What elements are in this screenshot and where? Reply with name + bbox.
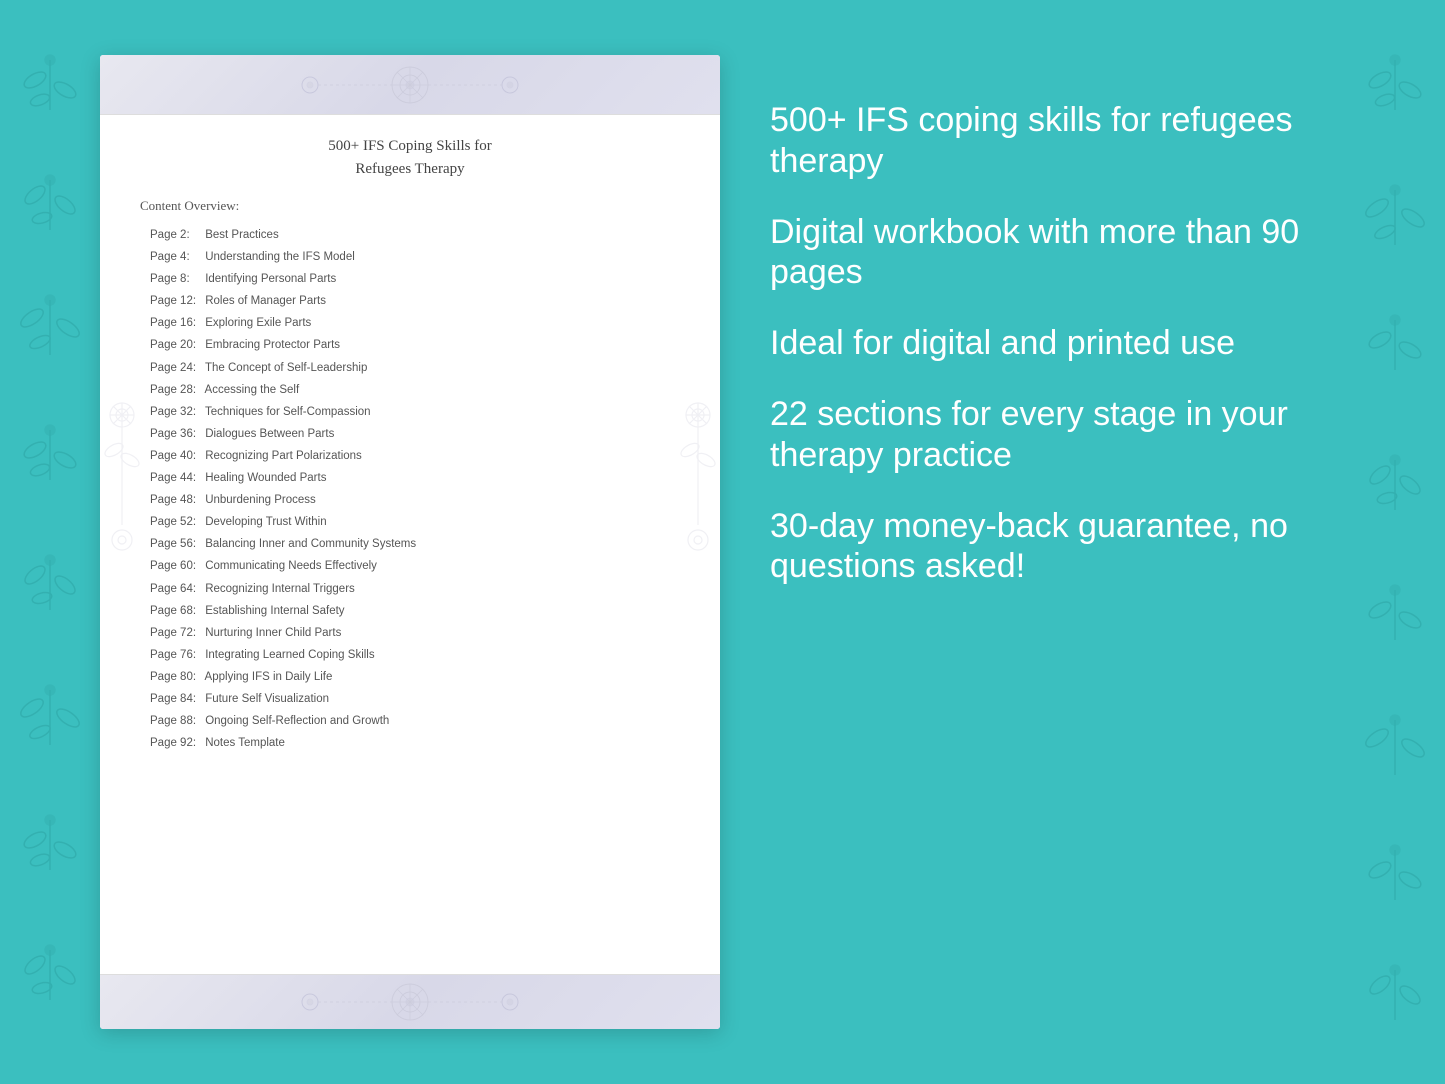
- page-number: Page 68:: [150, 603, 202, 619]
- page-number: Page 36:: [150, 426, 202, 442]
- page-number: Page 84:: [150, 691, 202, 707]
- page-number: Page 28:: [150, 382, 202, 398]
- document-title: 500+ IFS Coping Skills for Refugees Ther…: [140, 135, 680, 180]
- page-number: Page 80:: [150, 669, 202, 685]
- table-row: Page 4: Understanding the IFS Model: [140, 246, 680, 268]
- table-row: Page 44: Healing Wounded Parts: [140, 467, 680, 489]
- topic-text: Establishing Internal Safety: [202, 605, 345, 617]
- page-number: Page 60:: [150, 558, 202, 574]
- table-row: Page 36: Dialogues Between Parts: [140, 423, 680, 445]
- table-row: Page 8: Identifying Personal Parts: [140, 268, 680, 290]
- table-row: Page 32: Techniques for Self-Compassion: [140, 401, 680, 423]
- page-number: Page 88:: [150, 713, 202, 729]
- table-row: Page 24: The Concept of Self-Leadership: [140, 357, 680, 379]
- content-overview-label: Content Overview:: [140, 198, 680, 214]
- page-number: Page 12:: [150, 293, 202, 309]
- page-number: Page 16:: [150, 315, 202, 331]
- topic-text: Developing Trust Within: [202, 516, 327, 528]
- features-panel: 500+ IFS coping skills for refugees ther…: [770, 100, 1335, 587]
- topic-text: Identifying Personal Parts: [202, 273, 336, 285]
- table-row: Page 56: Balancing Inner and Community S…: [140, 533, 680, 555]
- topic-text: Dialogues Between Parts: [202, 428, 334, 440]
- page-number: Page 56:: [150, 536, 202, 552]
- topic-text: Ongoing Self-Reflection and Growth: [202, 715, 389, 727]
- table-row: Page 68: Establishing Internal Safety: [140, 600, 680, 622]
- feature-4: 22 sections for every stage in your ther…: [770, 394, 1335, 476]
- table-row: Page 28: Accessing the Self: [140, 379, 680, 401]
- table-row: Page 64: Recognizing Internal Triggers: [140, 578, 680, 600]
- table-row: Page 84: Future Self Visualization: [140, 688, 680, 710]
- page-number: Page 2:: [150, 227, 202, 243]
- page-number: Page 64:: [150, 581, 202, 597]
- topic-text: Techniques for Self-Compassion: [202, 406, 371, 418]
- page-number: Page 72:: [150, 625, 202, 641]
- topic-text: Integrating Learned Coping Skills: [202, 649, 375, 661]
- table-row: Page 12: Roles of Manager Parts: [140, 290, 680, 312]
- page-number: Page 52:: [150, 514, 202, 530]
- page-number: Page 24:: [150, 360, 202, 376]
- feature-3: Ideal for digital and printed use: [770, 323, 1335, 364]
- topic-text: Understanding the IFS Model: [202, 251, 355, 263]
- topic-text: Unburdening Process: [202, 494, 316, 506]
- page-number: Page 48:: [150, 492, 202, 508]
- feature-5: 30-day money-back guarantee, no question…: [770, 506, 1335, 588]
- table-row: Page 92: Notes Template: [140, 732, 680, 754]
- table-row: Page 60: Communicating Needs Effectively: [140, 555, 680, 577]
- table-row: Page 40: Recognizing Part Polarizations: [140, 445, 680, 467]
- page-number: Page 44:: [150, 470, 202, 486]
- right-floral-border: [1325, 0, 1445, 1084]
- doc-title-line2: Refugees Therapy: [355, 161, 464, 177]
- doc-border-bottom: [100, 974, 720, 1029]
- doc-content: 500+ IFS Coping Skills for Refugees Ther…: [100, 115, 720, 974]
- topic-text: Notes Template: [202, 737, 285, 749]
- page-number: Page 92:: [150, 735, 202, 751]
- topic-text: Accessing the Self: [202, 384, 299, 396]
- feature-2: Digital workbook with more than 90 pages: [770, 212, 1335, 294]
- topic-text: The Concept of Self-Leadership: [202, 362, 367, 374]
- table-of-contents: Page 2: Best PracticesPage 4: Understand…: [140, 224, 680, 754]
- table-row: Page 76: Integrating Learned Coping Skil…: [140, 644, 680, 666]
- topic-text: Best Practices: [202, 229, 279, 241]
- doc-left-decoration: [102, 385, 142, 705]
- topic-text: Communicating Needs Effectively: [202, 560, 377, 572]
- topic-text: Embracing Protector Parts: [202, 339, 340, 351]
- table-row: Page 52: Developing Trust Within: [140, 511, 680, 533]
- table-row: Page 80: Applying IFS in Daily Life: [140, 666, 680, 688]
- topic-text: Future Self Visualization: [202, 693, 329, 705]
- table-row: Page 16: Exploring Exile Parts: [140, 312, 680, 334]
- page-number: Page 20:: [150, 337, 202, 353]
- topic-text: Exploring Exile Parts: [202, 317, 311, 329]
- topic-text: Nurturing Inner Child Parts: [202, 627, 341, 639]
- topic-text: Balancing Inner and Community Systems: [202, 538, 416, 550]
- doc-right-decoration: [678, 385, 718, 705]
- table-row: Page 48: Unburdening Process: [140, 489, 680, 511]
- topic-text: Recognizing Part Polarizations: [202, 450, 362, 462]
- table-row: Page 20: Embracing Protector Parts: [140, 334, 680, 356]
- page-number: Page 40:: [150, 448, 202, 464]
- table-row: Page 88: Ongoing Self-Reflection and Gro…: [140, 710, 680, 732]
- topic-text: Recognizing Internal Triggers: [202, 583, 355, 595]
- page-number: Page 32:: [150, 404, 202, 420]
- doc-title-line1: 500+ IFS Coping Skills for: [328, 138, 491, 154]
- page-number: Page 76:: [150, 647, 202, 663]
- topic-text: Applying IFS in Daily Life: [202, 671, 332, 683]
- doc-border-top: [100, 55, 720, 115]
- topic-text: Roles of Manager Parts: [202, 295, 326, 307]
- topic-text: Healing Wounded Parts: [202, 472, 326, 484]
- feature-1: 500+ IFS coping skills for refugees ther…: [770, 100, 1335, 182]
- page-number: Page 4:: [150, 249, 202, 265]
- table-row: Page 72: Nurturing Inner Child Parts: [140, 622, 680, 644]
- document-card: 500+ IFS Coping Skills for Refugees Ther…: [100, 55, 720, 1029]
- table-row: Page 2: Best Practices: [140, 224, 680, 246]
- page-number: Page 8:: [150, 271, 202, 287]
